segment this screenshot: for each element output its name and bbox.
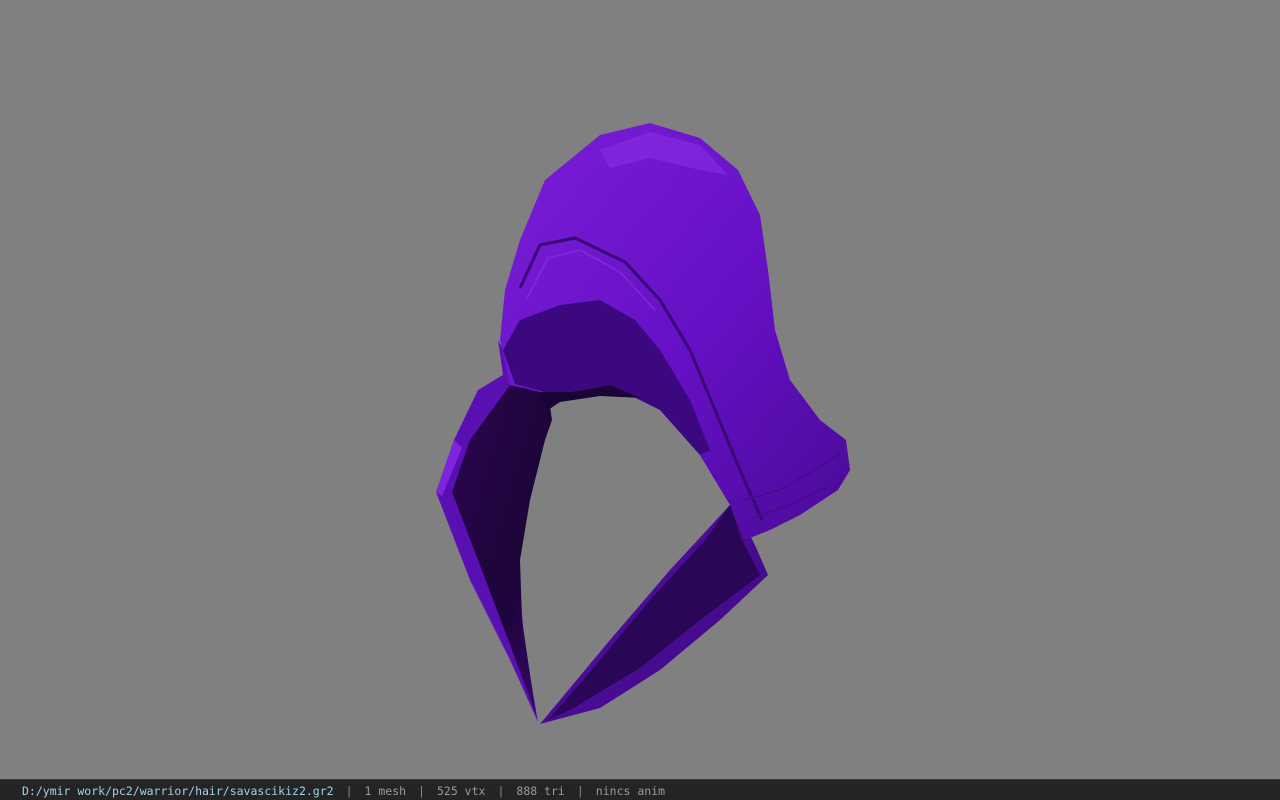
file-path-label: D:/ymir work/pc2/warrior/hair/savascikiz… xyxy=(22,784,334,798)
separator: | xyxy=(497,784,505,798)
hood-model xyxy=(436,123,850,724)
separator: | xyxy=(576,784,584,798)
vertex-count-label: 525 vtx xyxy=(436,784,486,798)
triangle-count-label: 888 tri xyxy=(516,784,565,798)
status-bar: D:/ymir work/pc2/warrior/hair/savascikiz… xyxy=(0,779,1280,800)
separator: | xyxy=(345,784,353,798)
mesh-count-label: 1 mesh xyxy=(364,784,407,798)
3d-viewport[interactable] xyxy=(0,0,1280,779)
separator: | xyxy=(418,784,425,798)
animation-status-label: nincs anim xyxy=(595,784,666,798)
